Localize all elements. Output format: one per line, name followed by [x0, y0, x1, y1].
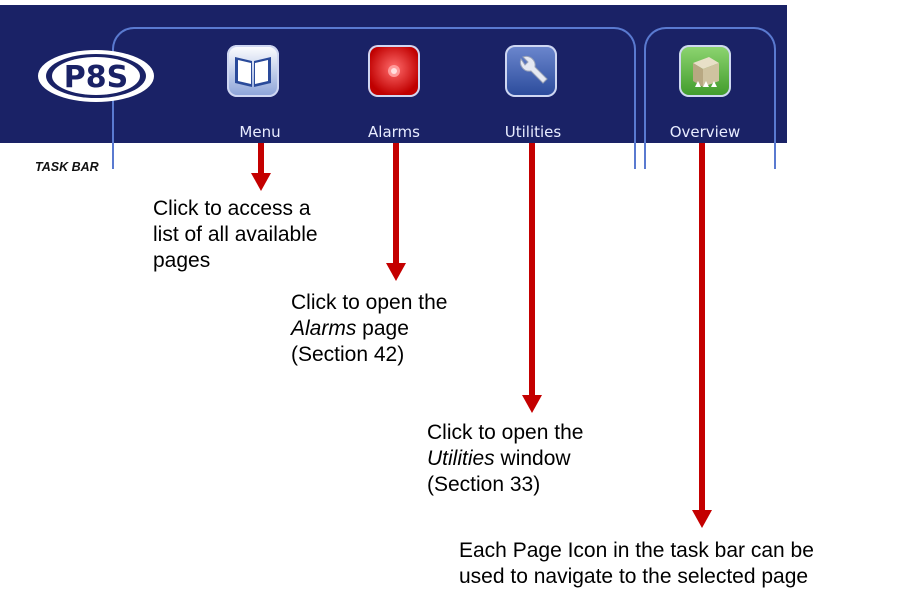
utilities-note: Click to open the Utilities window (Sect…: [427, 420, 583, 498]
menu-note-line2: list of all available: [153, 223, 318, 246]
menu-arrow-head: [251, 173, 271, 191]
menu-note: Click to access a list of all available …: [153, 196, 318, 274]
overview-note-line1: Each Page Icon in the task bar can be: [459, 539, 814, 562]
utilities-label: Utilities: [504, 123, 562, 141]
book-icon: [235, 57, 271, 87]
menu-label: Menu: [239, 123, 281, 141]
overview-button[interactable]: [679, 45, 731, 97]
menu-arrow-shaft: [258, 143, 264, 175]
alarms-arrow-shaft: [393, 143, 399, 265]
wrench-icon: [519, 55, 548, 84]
alarms-button[interactable]: [368, 45, 420, 97]
menu-note-line1: Click to access a: [153, 197, 311, 220]
alarm-icon: [388, 65, 400, 77]
alarms-note-emphasis: Alarms: [291, 317, 357, 340]
alarms-arrow-head: [386, 263, 406, 281]
alarms-note-line1: Click to open the: [291, 291, 448, 314]
overview-arrow-head: [692, 510, 712, 528]
overview-note: Each Page Icon in the task bar can be us…: [459, 538, 814, 590]
task-bar: P8S Menu Alarms Utilities Overview: [0, 5, 787, 169]
overview-arrow-shaft: [699, 143, 705, 513]
utilities-arrow-head: [522, 395, 542, 413]
utilities-note-line2-rest: window: [494, 447, 571, 470]
utilities-note-line3: (Section 33): [427, 473, 541, 496]
utilities-note-line1: Click to open the: [427, 421, 584, 444]
alarms-note-line2: Alarms page: [291, 316, 447, 342]
utilities-note-line2: Utilities window: [427, 446, 583, 472]
utilities-button[interactable]: [505, 45, 557, 97]
menu-button[interactable]: [227, 45, 279, 97]
alarms-note-line3: (Section 42): [291, 343, 405, 366]
menu-note-line3: pages: [153, 249, 211, 272]
taskbar-caption: TASK BAR: [35, 160, 99, 174]
cube-icon: [693, 57, 719, 87]
alarms-note: Click to open the Alarms page (Section 4…: [291, 290, 447, 368]
alarms-note-line2-rest: page: [356, 317, 409, 340]
p8s-logo: P8S: [38, 50, 154, 102]
overview-note-line2: used to navigate to the selected page: [459, 565, 809, 588]
alarms-label: Alarms: [368, 123, 420, 141]
utilities-note-emphasis: Utilities: [427, 447, 495, 470]
overview-label: Overview: [669, 123, 741, 141]
utilities-arrow-shaft: [529, 143, 535, 397]
logo-text: P8S: [64, 60, 128, 95]
